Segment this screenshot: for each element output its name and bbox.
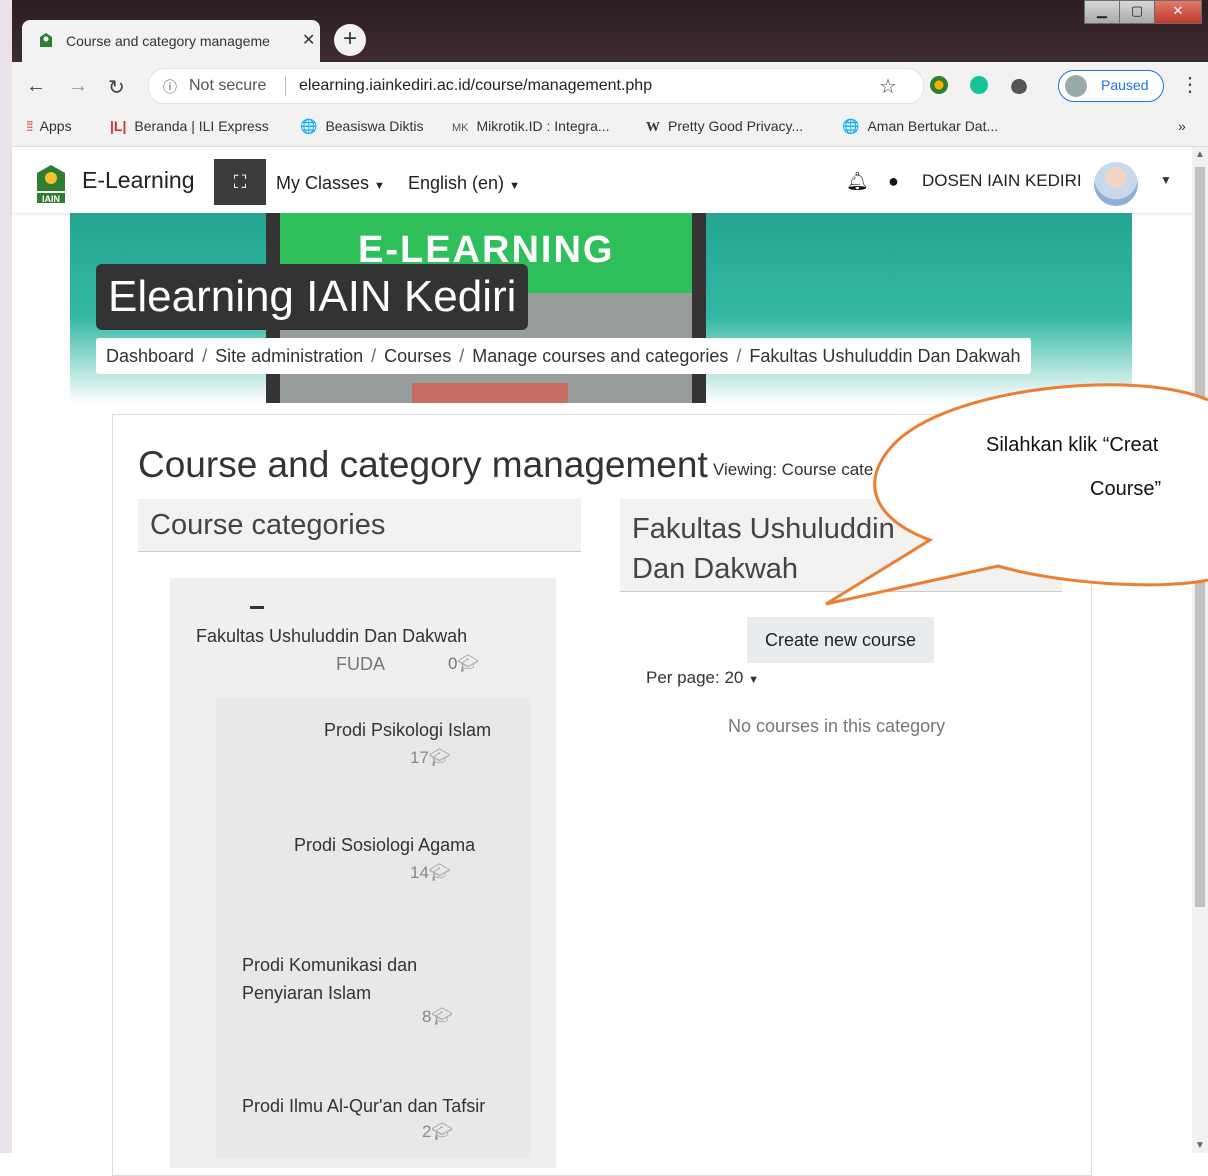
callout-bubble	[825, 383, 1208, 606]
callout-text-line2: Course”	[1090, 478, 1162, 500]
callout-text: Silahkan klik “Creat	[986, 434, 1159, 456]
